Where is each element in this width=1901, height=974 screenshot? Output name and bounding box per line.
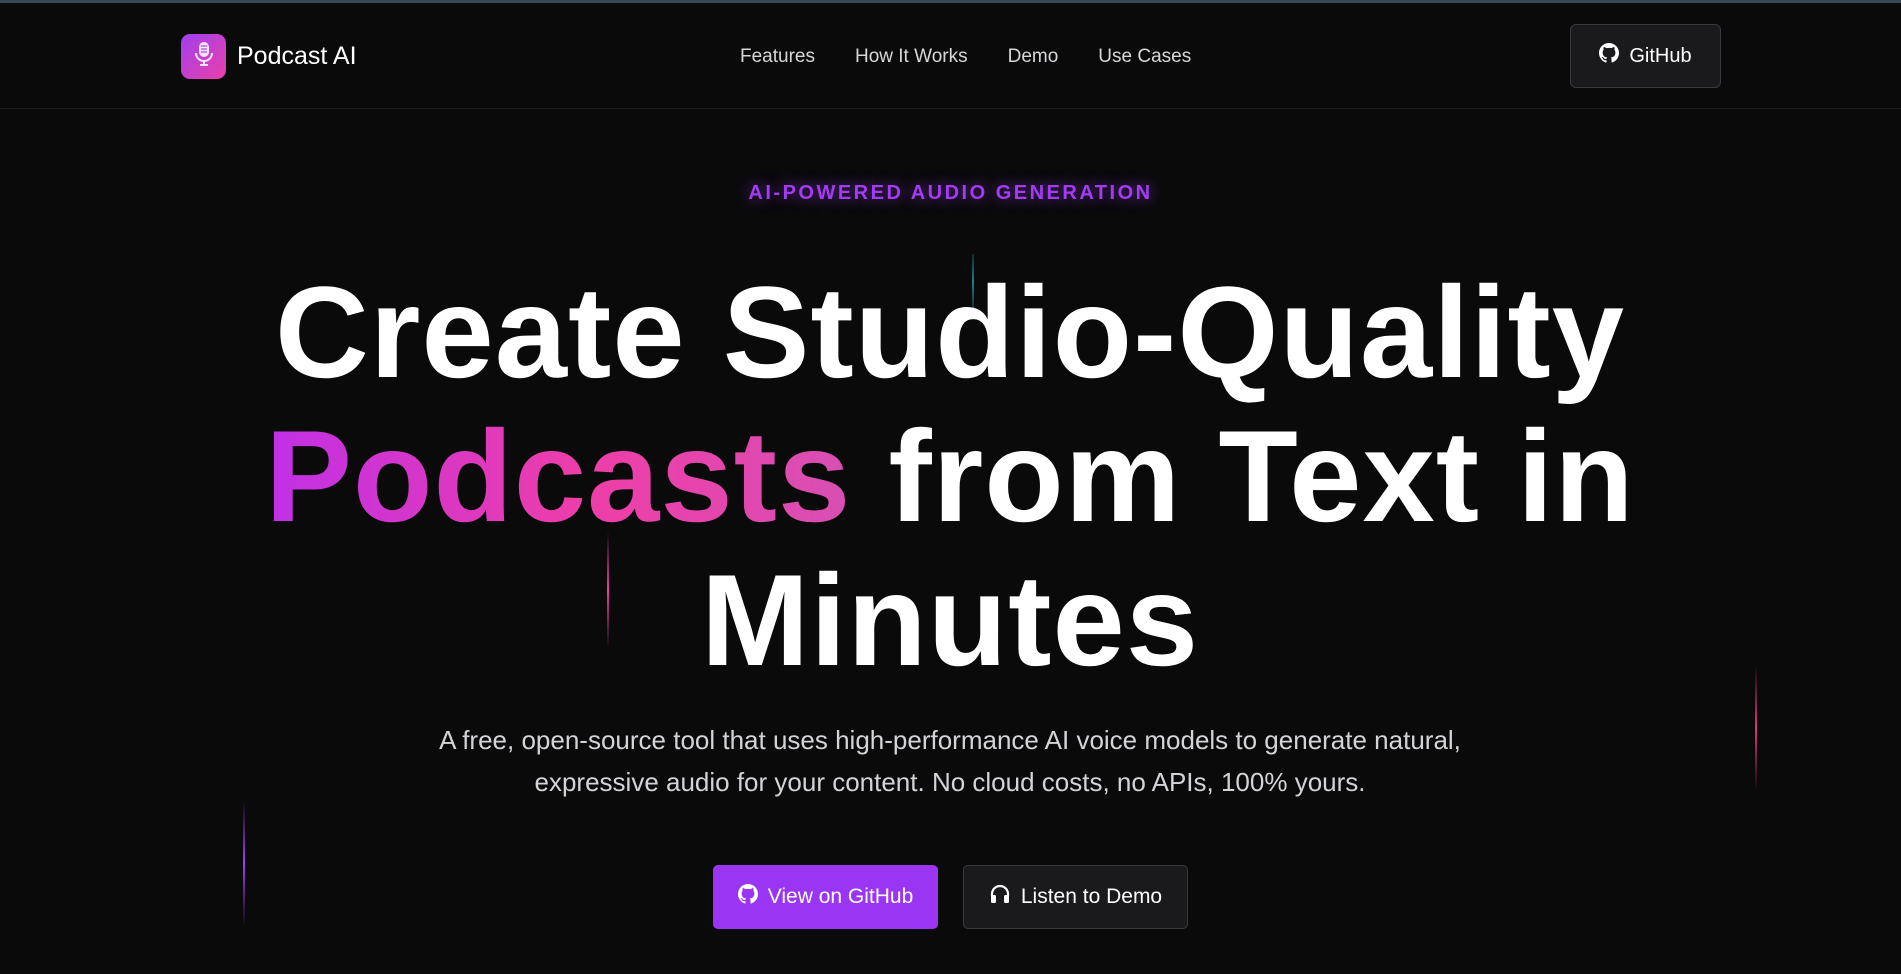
brand-logo: [181, 34, 226, 79]
headline-highlight: Podcasts: [265, 403, 852, 549]
site-header: Podcast AI Features How It Works Demo Us…: [0, 3, 1901, 109]
brand[interactable]: Podcast AI: [181, 34, 357, 79]
header-github-label: GitHub: [1629, 44, 1692, 67]
view-on-github-label: View on GitHub: [767, 885, 914, 908]
headline-line-1: Create Studio-Quality: [274, 259, 1626, 405]
header-github-button[interactable]: GitHub: [1570, 24, 1721, 88]
listen-to-demo-button[interactable]: Listen to Demo: [963, 865, 1188, 929]
brand-name: Podcast AI: [237, 42, 357, 70]
hero-cta-row: View on GitHub Listen to Demo: [0, 865, 1901, 929]
microphone-icon: [193, 41, 215, 72]
hero-eyebrow: AI-POWERED AUDIO GENERATION: [748, 182, 1153, 204]
headline-line-2: Podcasts from Text in: [100, 404, 1800, 548]
hero-headline: Create Studio-Quality Podcasts from Text…: [100, 260, 1800, 692]
headphones-icon: [989, 884, 1021, 910]
headline-line-2-rest: from Text in: [851, 403, 1635, 549]
headline-line-3: Minutes: [700, 547, 1200, 693]
page: Podcast AI Features How It Works Demo Us…: [0, 0, 1901, 974]
github-icon: [737, 884, 768, 910]
view-on-github-button[interactable]: View on GitHub: [713, 865, 938, 929]
main-nav: Features How It Works Demo Use Cases: [740, 46, 1191, 68]
nav-link-use-cases[interactable]: Use Cases: [1098, 46, 1191, 68]
github-icon: [1599, 43, 1629, 69]
hero-subtitle-line-2: expressive audio for your content. No cl…: [534, 767, 1366, 797]
listen-to-demo-label: Listen to Demo: [1020, 885, 1163, 908]
hero-subtitle-line-1: A free, open-source tool that uses high-…: [439, 725, 1461, 755]
hero-subtitle: A free, open-source tool that uses high-…: [400, 719, 1500, 803]
nav-link-features[interactable]: Features: [740, 46, 815, 68]
nav-link-demo[interactable]: Demo: [1008, 46, 1059, 68]
nav-link-how-it-works[interactable]: How It Works: [855, 46, 968, 68]
